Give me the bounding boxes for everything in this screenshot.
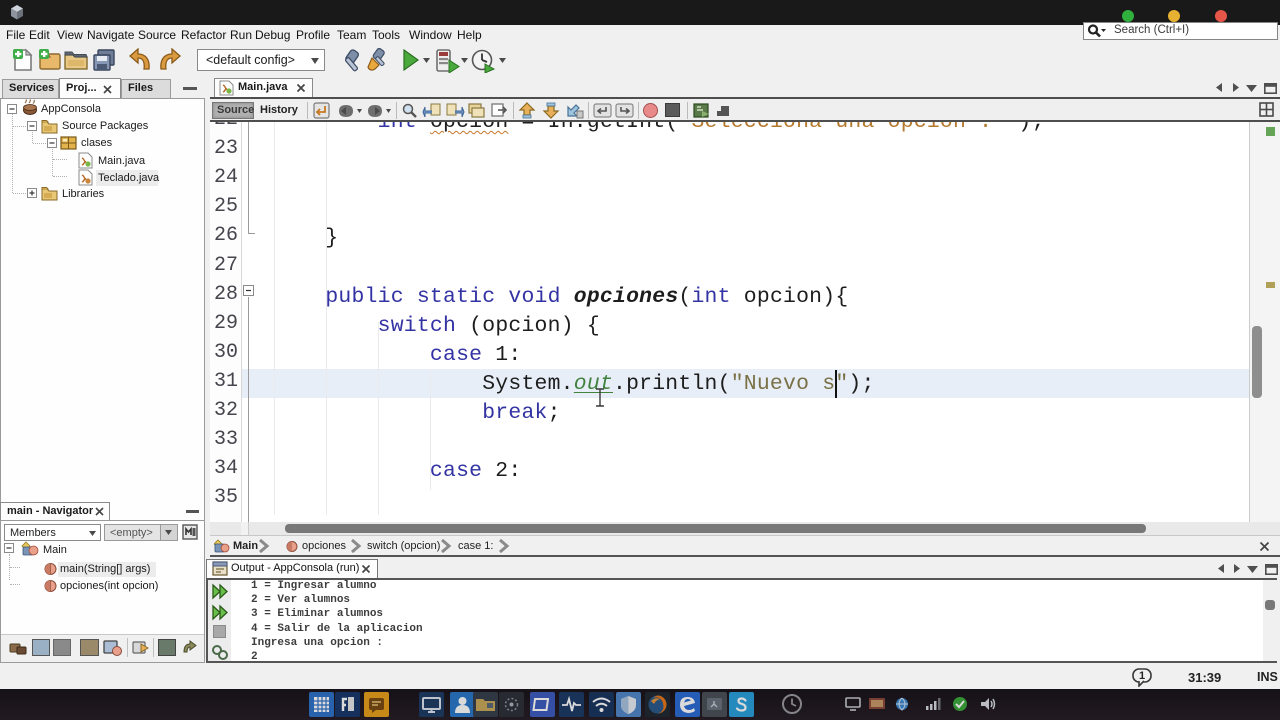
svg-text:1: 1 [1139,670,1145,682]
